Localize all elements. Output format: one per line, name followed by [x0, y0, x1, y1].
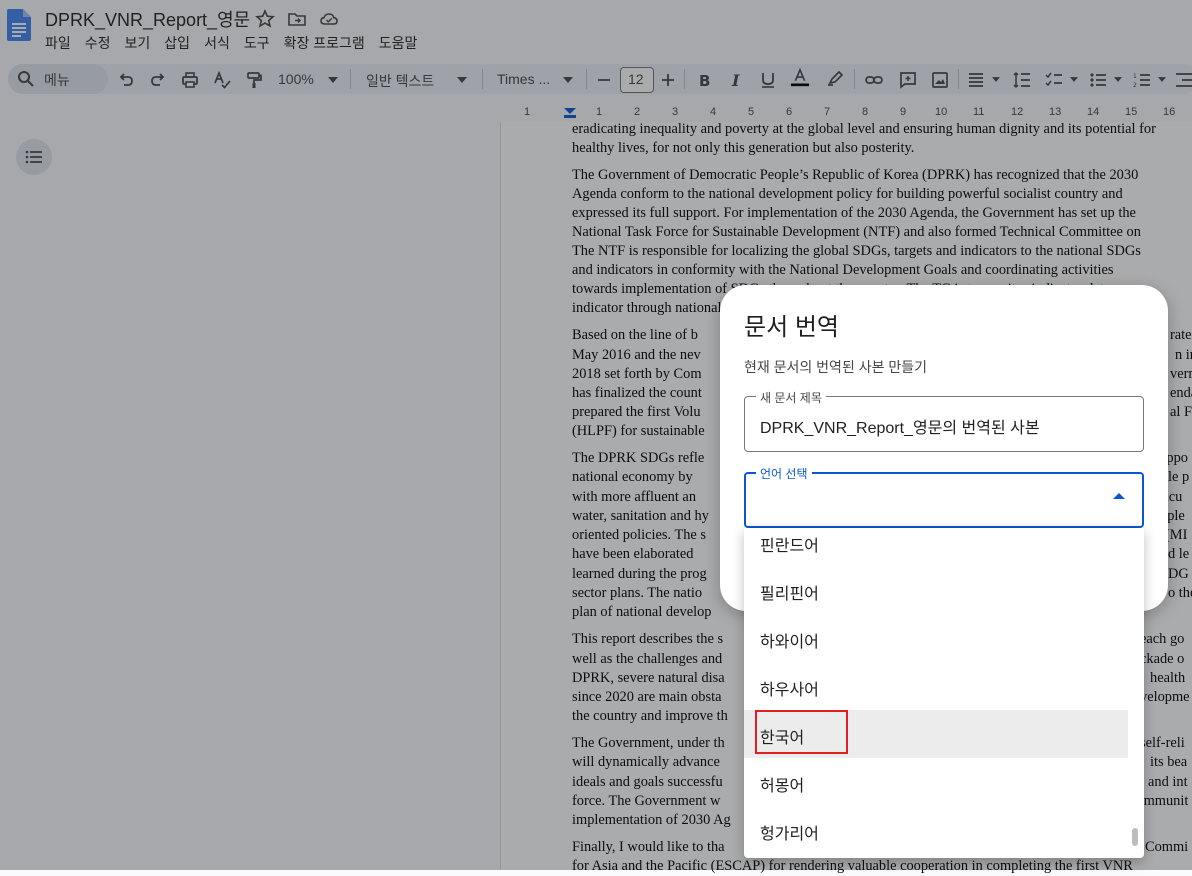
language-option-label: 핀란드어 [760, 538, 819, 555]
new-document-title-value[interactable]: DPRK_VNR_Report_영문의 번역된 사본 [760, 414, 1040, 438]
language-option[interactable]: 헝가리어 [744, 806, 1128, 854]
language-option[interactable]: 하와이어 [744, 614, 1128, 662]
language-option-label: 허몽어 [760, 778, 805, 795]
language-select-label: 언어 선택 [756, 465, 812, 482]
language-option[interactable]: 필리핀어 [744, 566, 1128, 614]
dropdown-scrollbar-thumb[interactable] [1132, 828, 1138, 846]
highlight-annotation-box [755, 710, 848, 754]
dialog-subtitle: 현재 문서의 번역된 사본 만들기 [744, 359, 927, 375]
language-dropdown-list[interactable]: 핀란드어 필리핀어 하와이어 하우사어 한국어 허몽어 헝가리어 [744, 528, 1144, 858]
language-option-label: 헝가리어 [760, 826, 819, 843]
new-document-title-label: 새 문서 제목 [756, 389, 826, 406]
language-option-label: 필리핀어 [760, 586, 819, 603]
language-option[interactable]: 핀란드어 [744, 528, 1128, 566]
language-option-label: 하와이어 [760, 634, 819, 651]
dialog-title: 문서 번역 [744, 314, 839, 341]
language-option[interactable]: 하우사어 [744, 662, 1128, 710]
chevron-up-icon[interactable] [1113, 493, 1125, 499]
language-option[interactable]: 허몽어 [744, 758, 1128, 806]
language-option-label: 하우사어 [760, 682, 819, 699]
